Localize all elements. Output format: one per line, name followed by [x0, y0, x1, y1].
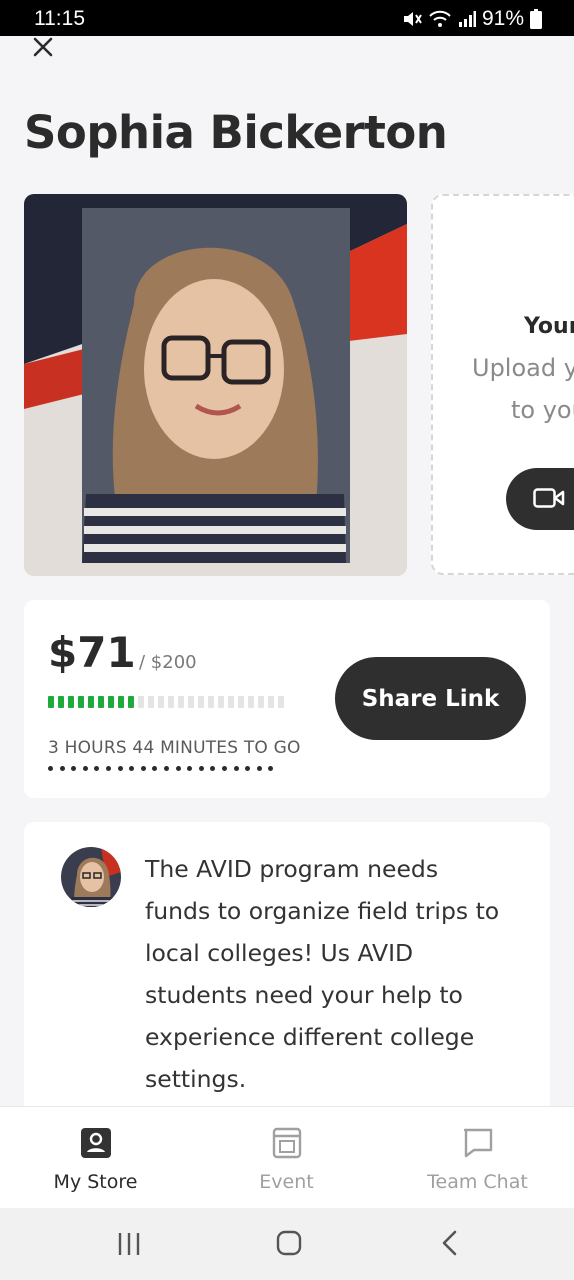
battery-percent: 91% — [481, 7, 524, 30]
tab-team-chat[interactable]: Team Chat — [382, 1107, 573, 1209]
tab-my-store[interactable]: My Store — [0, 1107, 191, 1209]
underline-dot — [82, 766, 88, 771]
progress-segment — [88, 696, 94, 708]
progress-segment — [178, 696, 184, 708]
dotted-underline — [48, 766, 274, 771]
video-card-description-line1: Upload y — [472, 354, 574, 382]
underline-dot — [152, 766, 158, 771]
underline-dot — [233, 766, 239, 771]
progress-segment — [128, 696, 134, 708]
app-screen: 11:15 91% Sophia Bickerton Your Upload y… — [0, 0, 574, 1280]
story-text: The AVID program needs funds to organize… — [145, 855, 500, 1093]
progress-segment — [228, 696, 234, 708]
recents-icon[interactable] — [117, 1228, 141, 1262]
bottom-tab-bar: My Store Event Team Chat — [0, 1106, 574, 1209]
progress-segment — [138, 696, 144, 708]
underline-dot — [221, 766, 227, 771]
back-icon[interactable] — [440, 1228, 460, 1262]
progress-segment — [268, 696, 274, 708]
progress-segment — [48, 696, 54, 708]
progress-segment — [218, 696, 224, 708]
progress-segment — [208, 696, 214, 708]
underline-dot — [105, 766, 111, 771]
progress-bar — [48, 696, 284, 708]
underline-dot — [129, 766, 135, 771]
signal-icon — [458, 11, 476, 27]
progress-segment — [248, 696, 254, 708]
store-person-icon — [80, 1127, 112, 1163]
progress-segment — [108, 696, 114, 708]
close-icon[interactable] — [30, 34, 56, 60]
progress-segment — [278, 696, 284, 708]
underline-dot — [256, 766, 262, 771]
progress-segment — [78, 696, 84, 708]
profile-photo[interactable] — [24, 194, 407, 576]
tab-label: My Store — [53, 1171, 138, 1193]
underline-dot — [245, 766, 251, 771]
progress-segment — [68, 696, 74, 708]
underline-dot — [187, 766, 193, 771]
video-camera-icon — [533, 488, 565, 508]
underline-dot — [210, 766, 216, 771]
battery-icon — [530, 9, 542, 29]
progress-segment — [58, 696, 64, 708]
record-video-button[interactable] — [506, 468, 574, 530]
goal-amount: / $200 — [139, 652, 197, 673]
underline-dot — [117, 766, 123, 771]
underline-dot — [175, 766, 181, 771]
amount-raised: $71 — [48, 628, 136, 677]
underline-dot — [140, 766, 146, 771]
avatar[interactable] — [61, 847, 121, 907]
fundraising-progress-card: $71 / $200 3 HOURS 44 MINUTES TO GO Shar… — [24, 600, 550, 798]
progress-segment — [158, 696, 164, 708]
progress-segment — [148, 696, 154, 708]
progress-segment — [198, 696, 204, 708]
underline-dot — [59, 766, 65, 771]
underline-dot — [198, 766, 204, 771]
system-nav-bar — [0, 1208, 574, 1280]
home-icon[interactable] — [276, 1228, 302, 1262]
underline-dot — [94, 766, 100, 771]
video-card-title: Your — [524, 314, 574, 339]
progress-segment — [98, 696, 104, 708]
video-card-description-line2: to you — [511, 396, 574, 424]
underline-dot — [163, 766, 169, 771]
page-title: Sophia Bickerton — [24, 106, 448, 159]
underline-dot — [71, 766, 77, 771]
progress-segment — [118, 696, 124, 708]
progress-segment — [258, 696, 264, 708]
underline-dot — [268, 766, 274, 771]
status-bar: 11:15 91% — [0, 0, 574, 36]
tab-label: Event — [259, 1171, 314, 1193]
story-card: The AVID program needs funds to organize… — [24, 822, 550, 1142]
video-upload-card[interactable]: Your Upload y to you — [431, 194, 574, 575]
wifi-icon — [428, 10, 452, 28]
mute-icon — [402, 10, 422, 28]
progress-segment — [238, 696, 244, 708]
status-indicators: 91% — [402, 7, 542, 31]
share-link-button[interactable]: Share Link — [335, 657, 526, 740]
chat-bubble-icon — [462, 1127, 494, 1163]
time-remaining: 3 HOURS 44 MINUTES TO GO — [48, 738, 301, 758]
progress-segment — [168, 696, 174, 708]
underline-dot — [48, 766, 53, 771]
status-time: 11:15 — [34, 7, 85, 30]
progress-segment — [188, 696, 194, 708]
tab-event[interactable]: Event — [191, 1107, 382, 1209]
tab-label: Team Chat — [427, 1171, 528, 1193]
event-calendar-icon — [272, 1127, 302, 1163]
